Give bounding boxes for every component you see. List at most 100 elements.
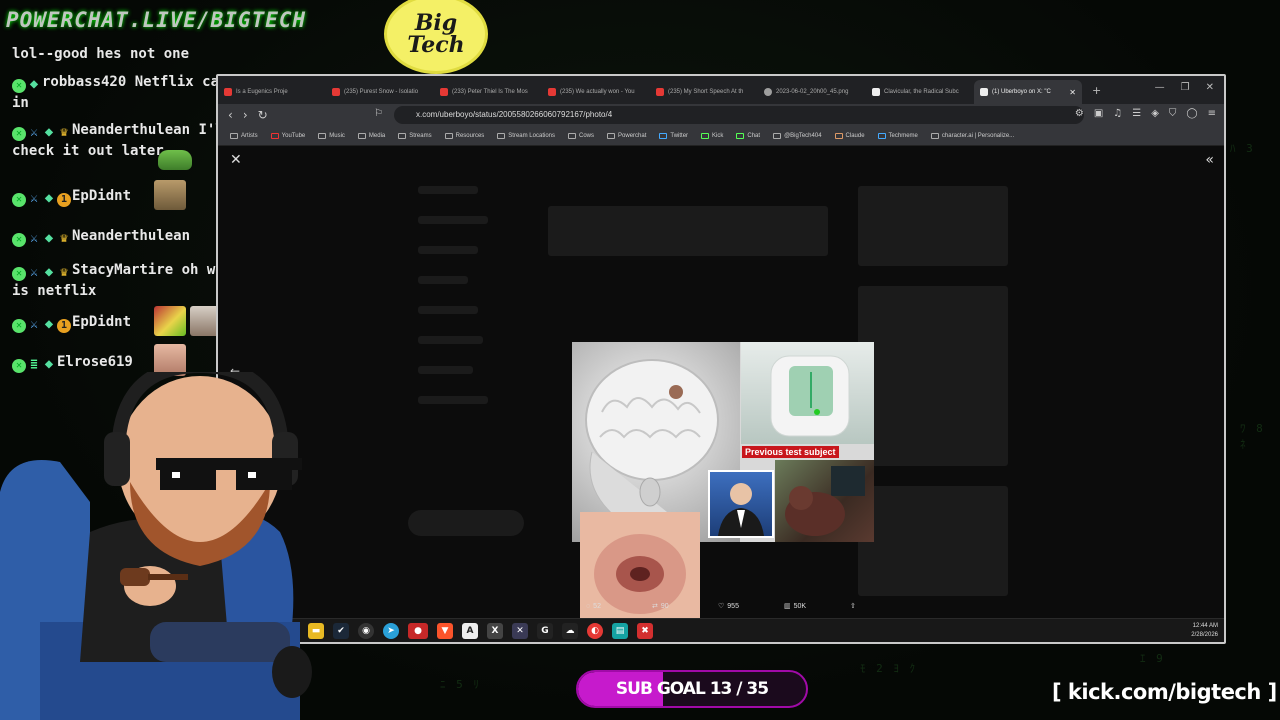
bookmark-label: Streams [409, 132, 432, 139]
collapse-panel-icon[interactable]: « [1205, 152, 1214, 168]
reply-count: 52 [593, 602, 601, 610]
bookmark-item[interactable]: Techmeme [877, 132, 918, 139]
repost-count: 90 [660, 602, 669, 610]
bookmark-item[interactable]: Artists [230, 132, 258, 139]
wallet-icon[interactable]: ◈ [1151, 108, 1159, 119]
heart-icon: ♡ [718, 603, 725, 610]
tweet-actions: ◌ 52 ⇄ 90 ♡ 955 ▥ 50K ⇧ [586, 602, 916, 611]
chat-username[interactable]: StacyMartire [72, 262, 173, 278]
reading-list-icon[interactable]: ☰ [1132, 108, 1141, 119]
recorder-icon[interactable]: ● [408, 623, 428, 639]
like-button[interactable]: ♡ 955 [718, 602, 784, 611]
bookmark-item[interactable]: YouTube [270, 132, 306, 139]
menu-icon[interactable]: ≡ [1208, 108, 1216, 119]
minimize-icon[interactable]: — [1155, 82, 1165, 93]
sword-badge-icon: ⚔ [30, 265, 38, 280]
cloud-icon[interactable]: ☁ [562, 623, 578, 639]
screenshot-icon[interactable]: ▣ [1094, 108, 1103, 119]
tab-bar: Is a Eugenics Proje (235) Purest Snow - … [218, 76, 1224, 104]
sword-badge-icon: ⚔ [30, 231, 38, 246]
tab-label: (235) We actually won - You [560, 89, 635, 95]
bookmark-item[interactable]: Streams [398, 132, 432, 139]
chat-username[interactable]: robbass420 [42, 74, 126, 90]
obs-icon[interactable]: ◉ [358, 623, 374, 639]
reload-icon[interactable]: ↻ [258, 108, 268, 122]
bookmark-label: YouTube [281, 132, 306, 139]
bookmark-icon[interactable]: ⚐ [374, 108, 383, 119]
kick-url-label: [ kick.com/bigtech ] [1052, 680, 1277, 704]
mod-badge-icon: ✕ [12, 359, 26, 373]
ghost-block [418, 276, 468, 284]
monkey-image [775, 460, 874, 542]
maximize-icon[interactable]: ❐ [1181, 82, 1190, 93]
bookmark-label: character.ai | Personalize... [941, 132, 1015, 139]
tool-icon[interactable]: ✕ [512, 623, 528, 639]
bookmark-item[interactable]: Cows [568, 132, 594, 139]
youtube-icon [440, 88, 448, 96]
music-icon[interactable]: ♫ [1113, 108, 1122, 119]
close-window-icon[interactable]: ✕ [1206, 82, 1214, 93]
browser-tab[interactable]: (235) We actually won - You [542, 80, 650, 104]
chat-username[interactable]: Neanderthulean [72, 228, 190, 244]
diamond-badge-icon: ◆ [44, 230, 54, 246]
browser-tab[interactable]: (233) Peter Thiel Is The Mos [434, 80, 542, 104]
back-icon[interactable]: ‹ [228, 108, 233, 122]
surgical-robot-image [741, 342, 874, 444]
chat-username[interactable]: Elrose619 [57, 354, 133, 370]
bookmark-item[interactable]: character.ai | Personalize... [930, 132, 1015, 139]
logo-text-tech: Tech [407, 32, 465, 58]
capture-icon[interactable]: ✖ [637, 623, 653, 639]
chat-username[interactable]: EpDidnt [72, 188, 131, 204]
reply-button[interactable]: ◌ 52 [586, 602, 652, 610]
chat-username[interactable]: EpDidnt [72, 314, 131, 330]
views-button[interactable]: ▥ 50K [784, 602, 850, 611]
google-icon[interactable]: G [537, 623, 553, 639]
steam-icon[interactable]: ✔ [333, 623, 349, 639]
mod-badge-icon: ✕ [12, 127, 26, 141]
sword-badge-icon: ⚔ [30, 125, 38, 140]
close-icon[interactable]: ✕ [230, 152, 242, 168]
new-tab-icon[interactable]: + [1092, 84, 1101, 97]
browser-tab[interactable]: (235) Purest Snow - Isolatio [326, 80, 434, 104]
crown-badge-icon: ♛ [60, 231, 68, 246]
terminal-icon[interactable]: ▤ [612, 623, 628, 639]
address-bar[interactable]: x.com/uberboyo/status/200558026606079216… [394, 106, 1084, 124]
chat-username[interactable]: Neanderthulean [72, 122, 190, 138]
bookmark-item[interactable]: Claude [834, 132, 865, 139]
bookmark-item[interactable]: Media [357, 132, 385, 139]
profile-icon[interactable]: ◯ [1186, 108, 1197, 119]
bookmark-item[interactable]: Music [318, 132, 345, 139]
browser-tab[interactable]: Is a Eugenics Proje [218, 80, 326, 104]
bookmark-item[interactable]: Chat [736, 132, 761, 139]
browser-icon[interactable]: ◐ [587, 623, 603, 639]
bookmark-label: Claude [845, 132, 865, 139]
browser-tab[interactable]: Clavicular, the Radical Subc [866, 80, 974, 104]
share-button[interactable]: ⇧ [850, 602, 916, 610]
forward-icon[interactable]: › [243, 108, 248, 122]
ghost-block [858, 486, 1008, 596]
close-tab-icon[interactable]: ✕ [1069, 88, 1076, 97]
browser-tab[interactable]: 2023-06-02_20h00_45.png [758, 80, 866, 104]
bookmark-item[interactable]: Twitter [659, 132, 688, 139]
repost-button[interactable]: ⇄ 90 [652, 602, 718, 611]
site-icon [872, 88, 880, 96]
bookmark-item[interactable]: Stream Locations [497, 132, 555, 139]
browser-tab-active[interactable]: (1) Uberboyo on X: "C ✕ [974, 80, 1082, 104]
bookmark-label: Chat [747, 132, 761, 139]
ghost-block [418, 186, 478, 194]
shield-icon[interactable]: ⛉ [1169, 108, 1177, 119]
ghost-block [418, 366, 473, 374]
toolbar-right: ⚙ ▣ ♫ ☰ ◈ ⛉ ◯ ≡ [1075, 108, 1216, 119]
tier-badge-icon: 1 [57, 319, 71, 333]
brave-icon[interactable]: ▼ [437, 623, 453, 639]
bookmark-item[interactable]: @BigTech404 [773, 132, 822, 139]
x-app-icon[interactable]: X [487, 623, 503, 639]
bookmark-item[interactable]: Resources [444, 132, 484, 139]
bookmark-item[interactable]: Powerchat [607, 132, 646, 139]
extensions-icon[interactable]: ⚙ [1075, 108, 1084, 119]
bookmark-item[interactable]: Kick [701, 132, 723, 139]
telegram-icon[interactable]: ➤ [383, 623, 399, 639]
app-icon[interactable]: A [462, 623, 478, 639]
reply-icon: ◌ [586, 602, 591, 610]
browser-tab[interactable]: (235) My Short Speech At th [650, 80, 758, 104]
